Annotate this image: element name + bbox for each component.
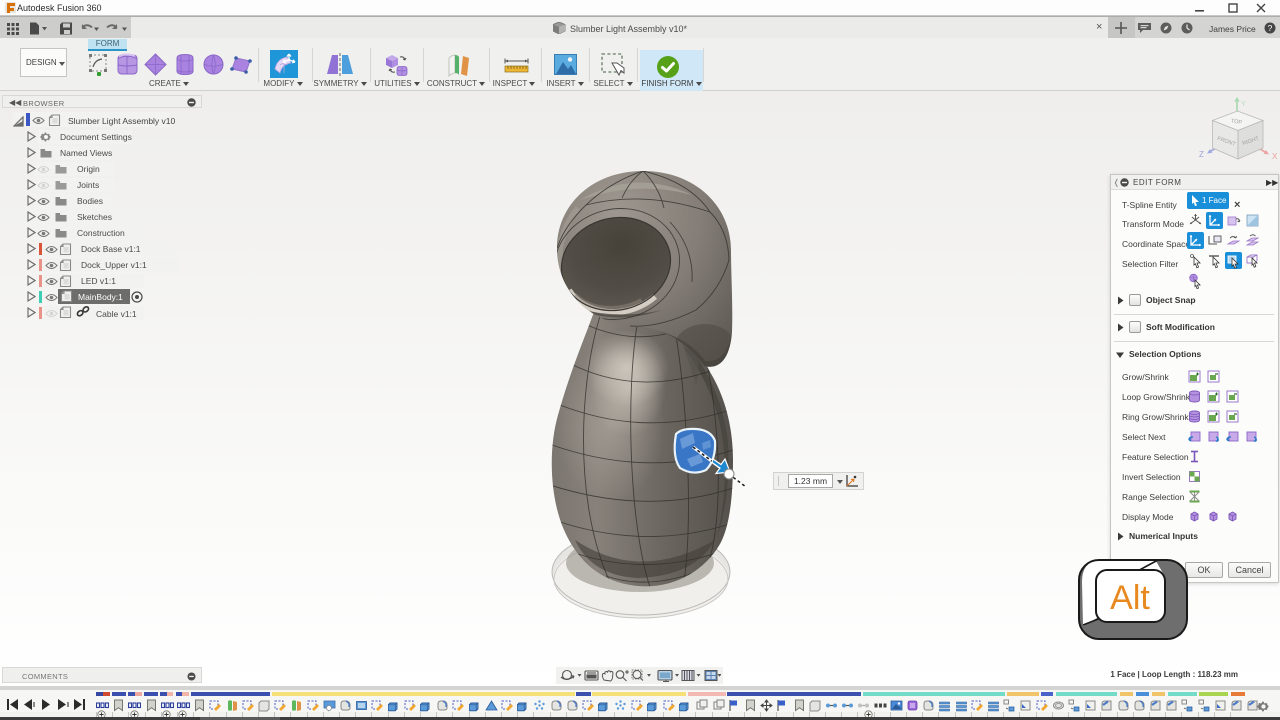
svg-text:X: X bbox=[1272, 152, 1278, 161]
svg-text:Y: Y bbox=[1241, 101, 1246, 108]
svg-text:Alt: Alt bbox=[1110, 579, 1150, 617]
svg-text:?: ? bbox=[1268, 23, 1273, 33]
svg-text:Z: Z bbox=[1199, 150, 1204, 159]
